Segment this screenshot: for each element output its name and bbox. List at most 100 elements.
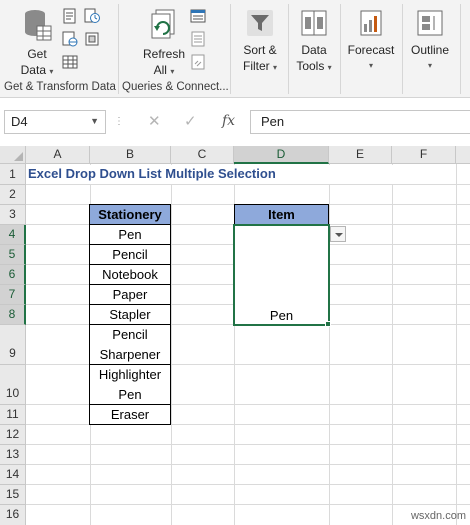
from-text-icon[interactable] [62, 8, 78, 24]
column-header-e[interactable]: E [329, 146, 392, 164]
refresh-label-1: Refresh [142, 47, 186, 61]
row-header-16[interactable]: 16 [0, 505, 26, 525]
select-all-button[interactable] [0, 146, 26, 164]
edit-links-icon[interactable] [190, 54, 206, 70]
ribbon-separator [230, 4, 231, 94]
gridline [392, 164, 393, 525]
stationery-cell-b8[interactable]: Stapler [89, 305, 171, 325]
fill-handle[interactable] [325, 321, 331, 327]
column-header-b[interactable]: B [90, 146, 171, 164]
stationery-cell-b9-line1: Pencil [112, 326, 148, 342]
row-header-7[interactable]: 7 [0, 285, 26, 305]
gridline [26, 484, 470, 485]
stationery-cell-b11[interactable]: Eraser [89, 405, 171, 425]
from-table-icon[interactable] [62, 54, 78, 70]
name-box[interactable]: D4 ▼ [4, 110, 106, 134]
stationery-cell-b4[interactable]: Pen [89, 225, 171, 245]
stationery-cell-b9-line2: Sharpener [99, 346, 161, 362]
row-header-2[interactable]: 2 [0, 185, 26, 205]
formula-bar-grip-icon[interactable]: ⋮ [114, 116, 124, 127]
row-header-5[interactable]: 5 [0, 245, 26, 265]
watermark: wsxdn.com [410, 510, 466, 522]
refresh-label-2: All ▾ [153, 63, 175, 77]
insert-function-icon[interactable]: fx [222, 113, 235, 129]
data-tools-label-2: Tools ▾ [296, 59, 332, 73]
gridline [456, 164, 457, 525]
name-box-value: D4 [11, 114, 28, 129]
gridline [329, 164, 330, 525]
row-header-15[interactable]: 15 [0, 485, 26, 505]
row-header-14[interactable]: 14 [0, 465, 26, 485]
formula-bar: D4 ▼ ⋮ ✕ ✓ fx Pen [0, 98, 470, 146]
stationery-cell-b5[interactable]: Pencil [89, 245, 171, 265]
gridline [171, 164, 172, 525]
ribbon-separator [460, 4, 461, 94]
forecast-label: Forecast [347, 43, 395, 57]
column-header-g[interactable] [456, 146, 470, 164]
sheet-title[interactable]: Excel Drop Down List Multiple Selection [28, 166, 276, 181]
row-header-10[interactable]: 10 [0, 365, 26, 405]
sort-filter-label-1: Sort & [243, 43, 277, 57]
forecast-button[interactable]: Forecast ▾ [346, 8, 396, 74]
data-tools-button[interactable]: Data Tools ▾ [292, 8, 336, 76]
get-data-label-2: Data ▾ [20, 63, 54, 77]
stationery-header-cell[interactable]: Stationery [89, 204, 171, 225]
properties-icon[interactable] [190, 31, 206, 47]
ribbon-separator [340, 4, 341, 94]
row-header-9[interactable]: 9 [0, 325, 26, 365]
row-header-6[interactable]: 6 [0, 265, 26, 285]
stationery-cell-b7[interactable]: Paper [89, 285, 171, 305]
chevron-down-icon[interactable]: ▼ [90, 116, 99, 126]
column-header-a[interactable]: A [26, 146, 90, 164]
row-header-8[interactable]: 8 [0, 305, 26, 325]
group-label-queries: Queries & Connect... [122, 81, 229, 93]
ribbon-separator [402, 4, 403, 94]
recent-sources-icon[interactable] [84, 8, 100, 24]
row-header-3[interactable]: 3 [0, 205, 26, 225]
stationery-cell-b6[interactable]: Notebook [89, 265, 171, 285]
gridline [26, 444, 470, 445]
outline-icon [417, 10, 443, 36]
stationery-cell-b10-line2: Pen [118, 386, 142, 402]
ribbon-separator [118, 4, 119, 94]
column-header-d[interactable]: D [234, 146, 329, 164]
outline-label: Outline [410, 43, 450, 57]
sort-filter-label-2: Filter ▾ [242, 59, 278, 73]
row-header-4[interactable]: 4 [0, 225, 26, 245]
queries-connections-icon[interactable] [190, 8, 206, 24]
selection-border [233, 224, 330, 326]
row-header-12[interactable]: 12 [0, 425, 26, 445]
from-web-icon[interactable] [62, 31, 78, 47]
enter-icon[interactable]: ✓ [184, 112, 197, 130]
forecast-chevron: ▾ [368, 61, 373, 70]
row-header-11[interactable]: 11 [0, 405, 26, 425]
sort-filter-button[interactable]: Sort & Filter ▾ [238, 8, 282, 76]
filter-icon [247, 10, 273, 36]
ribbon: Get Data ▾ Refresh All ▾ Sort & Filter ▾ [0, 0, 470, 98]
database-icon [25, 10, 52, 41]
column-header-f[interactable]: F [392, 146, 456, 164]
formula-controls: ✕ ✓ fx [126, 110, 246, 134]
ribbon-separator [288, 4, 289, 94]
forecast-icon [360, 10, 382, 36]
data-tools-icon [301, 10, 327, 36]
refresh-all-button[interactable]: Refresh All ▾ [140, 8, 188, 80]
outline-button[interactable]: Outline ▾ [406, 8, 454, 74]
row-header-13[interactable]: 13 [0, 445, 26, 465]
refresh-icon [151, 9, 175, 39]
get-data-button[interactable]: Get Data ▾ [16, 8, 58, 80]
stationery-cell-b10-line1: Highlighter [98, 366, 162, 382]
get-data-label-1: Get [27, 47, 47, 61]
gridline [26, 464, 470, 465]
group-label-get-transform: Get & Transform Data [4, 81, 116, 93]
formula-input[interactable]: Pen [250, 110, 470, 134]
existing-connections-icon[interactable] [84, 31, 100, 47]
outline-chevron: ▾ [427, 61, 432, 70]
column-header-c[interactable]: C [171, 146, 234, 164]
item-header-cell[interactable]: Item [234, 204, 329, 225]
stationery-cell-b9[interactable]: Pencil Sharpener [89, 325, 171, 365]
dropdown-list-button[interactable] [330, 226, 346, 242]
row-header-1[interactable]: 1 [0, 164, 26, 185]
cancel-icon[interactable]: ✕ [148, 112, 161, 130]
stationery-cell-b10[interactable]: Highlighter Pen [89, 365, 171, 405]
